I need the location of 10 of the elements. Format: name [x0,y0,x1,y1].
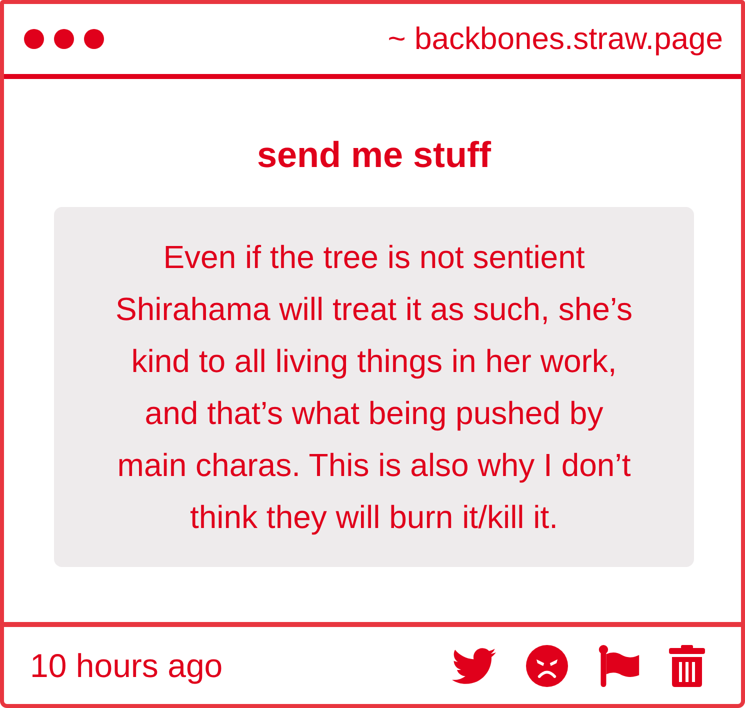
site-address: ~ backbones.straw.page [388,20,723,58]
angry-face-icon[interactable] [525,644,569,686]
timestamp: 10 hours ago [30,646,223,686]
window-dot-icon [54,29,74,49]
page-heading: send me stuff [256,133,492,177]
window-dot-icon [84,29,104,49]
trash-icon[interactable] [669,644,705,686]
window-dot-icon [24,29,44,49]
flag-icon[interactable] [598,644,640,686]
message-text: Even if the tree is not sentient Shirahama will treat it as such, she’s kind to all living things in her work, and that’s what being pushed by main charas. This is also why I don’t think they will burn it/kill it. [114,238,634,537]
